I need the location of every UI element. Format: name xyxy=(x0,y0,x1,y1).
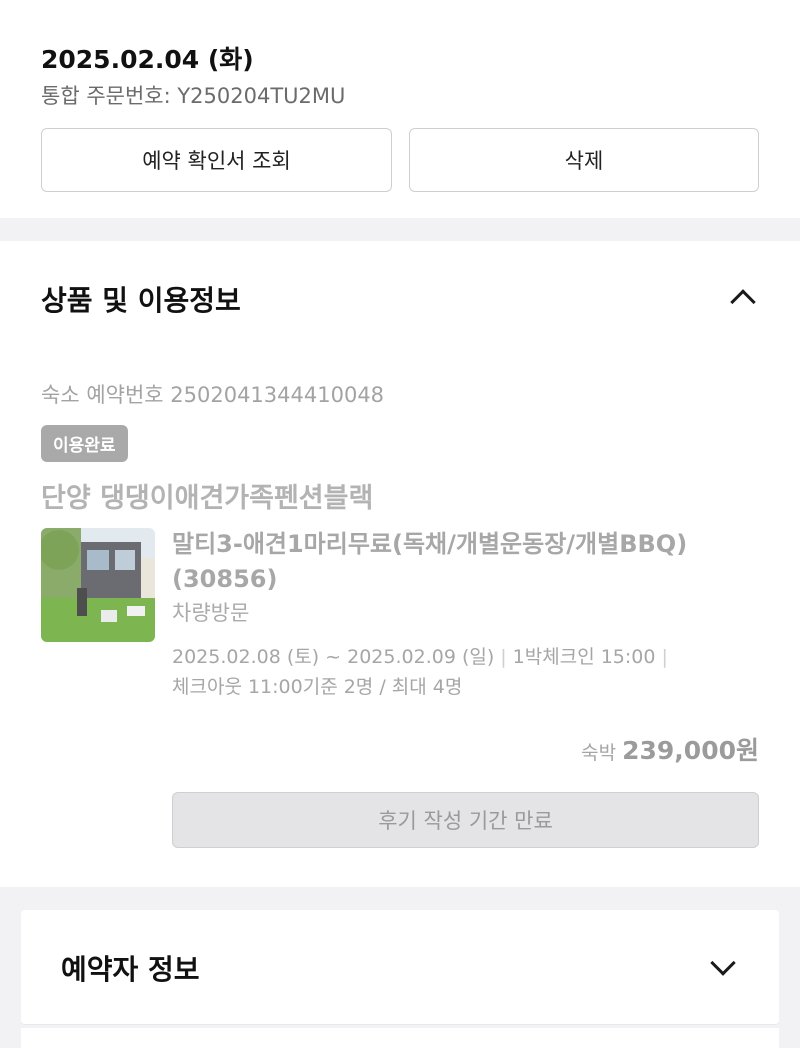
room-photo-image xyxy=(41,528,155,642)
booker-info-section[interactable]: 예약자 정보 xyxy=(21,910,779,1025)
stay-details: 2025.02.08 (토) ~ 2025.02.09 (일) | 1박체크인 15… xyxy=(172,642,762,702)
write-review-button[interactable]: 후기 작성 기간 만료 xyxy=(172,792,759,848)
view-confirmation-button[interactable]: 예약 확인서 조회 xyxy=(41,128,392,192)
product-info-section: 상품 및 이용정보 숙소 예약번호 2502041344410048 이용완료 … xyxy=(0,241,800,887)
order-date: 2025.02.04 (화) xyxy=(41,45,254,74)
checkout-guests: 체크아웃 11:00기준 2명 / 최대 4명 xyxy=(172,676,463,698)
price-label: 숙박 xyxy=(581,742,617,764)
order-number: 통합 주문번호: Y250204TU2MU xyxy=(41,84,346,108)
price-amount: 239,000원 xyxy=(622,736,759,765)
chevron-down-icon[interactable] xyxy=(710,950,736,976)
room-name: 말티3-애견1마리무료(독채/개별운동장/개별BBQ)(30856) xyxy=(172,530,688,593)
visit-type: 차량방문 xyxy=(172,601,250,625)
chevron-up-icon[interactable] xyxy=(730,289,756,315)
reservation-number: 숙소 예약번호 2502041344410048 xyxy=(41,383,385,407)
status-badge: 이용완료 xyxy=(41,425,128,462)
next-card-edge xyxy=(21,1028,779,1048)
divider: | xyxy=(661,646,668,668)
section-title: 상품 및 이용정보 xyxy=(41,284,241,317)
stay-dates: 2025.02.08 (토) ~ 2025.02.09 (일) xyxy=(172,646,495,668)
order-header: 2025.02.04 (화) 통합 주문번호: Y250204TU2MU 예약 … xyxy=(0,0,800,218)
room-thumbnail[interactable] xyxy=(41,528,155,642)
divider: | xyxy=(500,646,507,668)
section-title: 예약자 정보 xyxy=(61,953,200,986)
hotel-name[interactable]: 단양 댕댕이애견가족펜션블랙 xyxy=(41,476,373,515)
nights-checkin: 1박체크인 15:00 xyxy=(512,646,656,668)
price-row: 숙박 239,000원 xyxy=(581,731,759,767)
delete-button[interactable]: 삭제 xyxy=(409,128,759,192)
